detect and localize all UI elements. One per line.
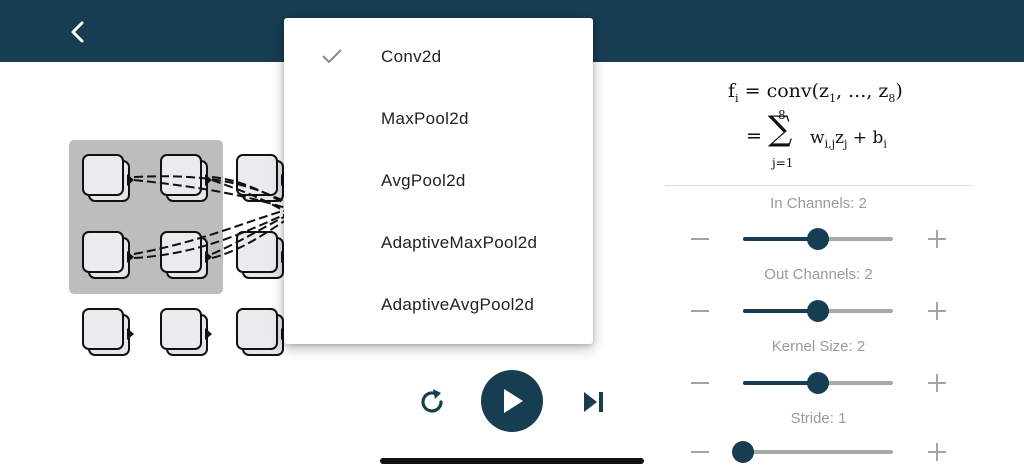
out-channels-decrement[interactable] [688,299,712,323]
formula-sub: 1 [829,91,837,105]
formula-term: wi,jzj + bi [810,128,887,150]
kernel-size-slider[interactable] [743,371,893,395]
formula-text: + b [847,128,884,148]
in-channels-decrement[interactable] [688,227,712,251]
sum-lower-bound: j=1 [772,156,794,170]
formula-text: ) [895,80,903,102]
formula-text: , ..., z [836,80,889,102]
out-channels-slider[interactable] [743,299,893,323]
menu-item-maxpool2d[interactable]: MaxPool2d [284,88,593,150]
replay-button[interactable] [414,384,450,420]
menu-item-label: AdaptiveAvgPool2d [381,295,535,314]
replay-icon [421,389,443,413]
menu-item-adaptiveavgpool2d[interactable]: AdaptiveAvgPool2d [284,274,593,336]
stride-label: Stride: 1 [790,410,847,427]
layer-formula: fi = conv(z1, ..., z8) = 8 ∑ j=1 wi,jzj … [680,70,980,180]
in-channels-increment[interactable] [925,227,949,251]
kernel-size-decrement[interactable] [688,371,712,395]
divider [665,185,972,186]
play-icon [504,389,523,413]
formula-line-1: fi = conv(z1, ..., z8) [728,80,903,105]
formula-text: w [810,128,825,148]
home-indicator [380,458,644,464]
in-channels-label: In Channels: 2 [770,195,867,212]
formula-equals: = [746,125,762,147]
stride-decrement[interactable] [688,440,712,464]
out-channels-label: Out Channels: 2 [764,266,873,283]
menu-item-label: AdaptiveMaxPool2d [381,233,538,252]
formula-text: = conv(z [744,80,830,102]
skip-next-button[interactable] [576,384,612,420]
chevron-left-icon [71,21,84,43]
play-button[interactable] [481,370,543,432]
menu-item-label: MaxPool2d [381,109,469,128]
in-channels-slider[interactable] [743,227,893,251]
layer-type-menu: Conv2d MaxPool2d AvgPool2d AdaptiveMaxPo… [284,18,593,344]
playback-controls [400,370,620,434]
out-channels-increment[interactable] [925,299,949,323]
check-icon [322,49,342,64]
skip-next-icon [584,392,603,412]
formula-text: z [835,128,844,148]
stride-increment[interactable] [925,440,949,464]
formula-sub: i [883,137,887,151]
formula-sub: i,j [824,137,835,151]
menu-item-label: AvgPool2d [381,171,466,190]
formula-text: f [728,80,736,102]
stride-slider[interactable] [732,440,893,464]
menu-item-conv2d[interactable]: Conv2d [284,26,593,88]
back-button[interactable] [58,12,98,52]
menu-item-adaptivemaxpool2d[interactable]: AdaptiveMaxPool2d [284,212,593,274]
formula-sub: i [735,91,739,105]
menu-item-avgpool2d[interactable]: AvgPool2d [284,150,593,212]
kernel-size-label: Kernel Size: 2 [771,338,866,355]
kernel-size-increment[interactable] [925,371,949,395]
menu-item-label: Conv2d [381,47,442,66]
sum-sign: ∑ [768,109,793,149]
